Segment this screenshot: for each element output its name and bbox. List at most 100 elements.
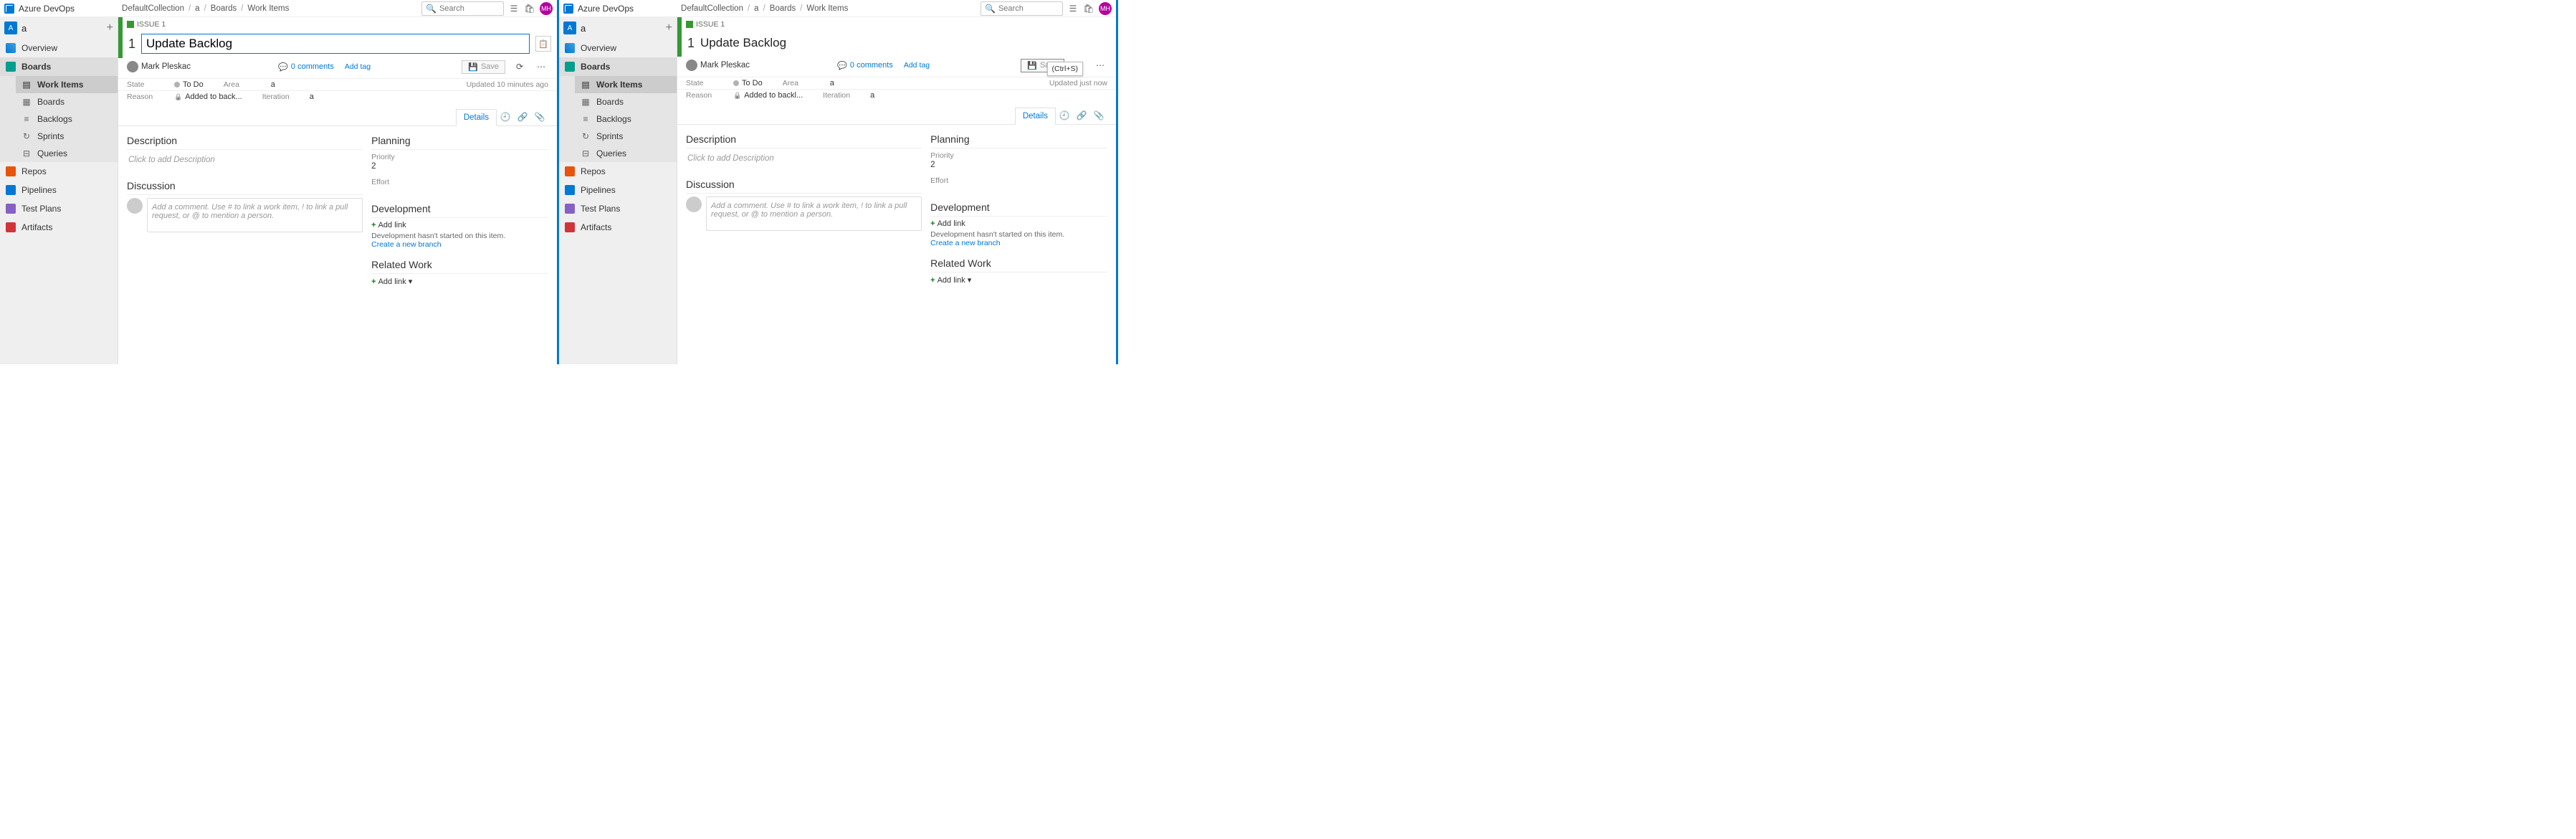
iteration-value[interactable]: a (310, 93, 314, 101)
breadcrumb-item[interactable]: a (754, 4, 758, 13)
shopping-bag-icon[interactable]: 🛍 (1083, 3, 1094, 14)
state-value[interactable]: To Do (174, 80, 204, 89)
nav-sprints[interactable]: ↻Sprints (575, 128, 677, 145)
search-field[interactable] (998, 4, 1059, 13)
attachments-icon[interactable]: 📎 (531, 108, 548, 125)
nav-testplans[interactable]: Test Plans (0, 199, 118, 218)
breadcrumb-item[interactable]: Work Items (247, 4, 289, 13)
project-selector[interactable]: A a + (0, 17, 118, 39)
nav-workitems[interactable]: ▤Work Items (16, 76, 118, 93)
nav-pipelines[interactable]: Pipelines (0, 181, 118, 199)
breadcrumb-item[interactable]: Boards (770, 4, 796, 13)
discussion-input[interactable]: Add a comment. Use # to link a work item… (147, 198, 363, 232)
reason-value[interactable]: Added to back... (174, 93, 242, 101)
comments-link[interactable]: 💬0 comments (837, 61, 893, 70)
create-branch-link[interactable]: Create a new branch (930, 239, 1107, 247)
iteration-value[interactable]: a (870, 91, 874, 100)
nav-pipelines[interactable]: Pipelines (559, 181, 677, 199)
effort-value[interactable] (371, 186, 548, 200)
nav-boards[interactable]: Boards (0, 57, 118, 76)
tab-details[interactable]: Details (1015, 108, 1056, 125)
breadcrumb-item[interactable]: DefaultCollection (681, 4, 743, 13)
priority-value[interactable]: 2 (930, 160, 1107, 174)
description-field[interactable]: Click to add Description (686, 151, 922, 166)
nav-backlogs[interactable]: ≡Backlogs (575, 110, 677, 128)
more-actions-button[interactable]: ⋯ (1093, 58, 1107, 72)
description-heading: Description (686, 131, 922, 148)
reason-label: Reason (686, 91, 713, 100)
add-tag-button[interactable]: Add tag (341, 61, 374, 72)
breadcrumb-item[interactable]: Work Items (806, 4, 848, 13)
nav-label: Pipelines (22, 185, 57, 195)
breadcrumb-item[interactable]: Boards (211, 4, 237, 13)
type-label: ISSUE 1 (137, 20, 166, 29)
nav-boards[interactable]: Boards (559, 57, 677, 76)
shopping-bag-icon[interactable]: 🛍 (524, 3, 535, 14)
attachments-icon[interactable]: 📎 (1090, 107, 1107, 124)
user-avatar[interactable]: MH (1099, 2, 1112, 15)
refresh-button[interactable]: ⟳ (512, 60, 527, 74)
tab-details[interactable]: Details (456, 109, 497, 126)
work-item-type-chip[interactable]: ISSUE 1 (123, 17, 557, 32)
breadcrumb-item[interactable]: DefaultCollection (122, 4, 184, 13)
add-tag-button[interactable]: Add tag (900, 60, 933, 71)
assignee-name: Mark Pleskac (700, 61, 750, 70)
search-input[interactable]: 🔍 (981, 1, 1063, 16)
assignee-picker[interactable]: Mark Pleskac (686, 60, 750, 71)
discussion-input[interactable]: Add a comment. Use # to link a work item… (706, 196, 922, 231)
links-icon[interactable]: 🔗 (1073, 107, 1090, 124)
add-link-button[interactable]: Add link (371, 221, 548, 229)
add-link-button[interactable]: Add link (930, 219, 1107, 228)
nav-overview[interactable]: Overview (559, 39, 677, 57)
nav-artifacts[interactable]: Artifacts (0, 218, 118, 237)
save-label: Save (481, 62, 499, 71)
nav-backlogs[interactable]: ≡Backlogs (16, 110, 118, 128)
user-avatar[interactable]: MH (540, 2, 553, 15)
history-icon[interactable]: 🕘 (497, 108, 514, 125)
search-field[interactable] (439, 4, 500, 13)
reason-value[interactable]: Added to backl... (733, 91, 803, 100)
nav-artifacts[interactable]: Artifacts (559, 218, 677, 237)
title-text[interactable]: Update Backlog (700, 34, 1110, 52)
nav-queries[interactable]: ⊟Queries (16, 145, 118, 162)
list-icon[interactable]: ☰ (1067, 3, 1079, 14)
comments-link[interactable]: 💬0 comments (278, 62, 334, 72)
nav-overview[interactable]: Overview (0, 39, 118, 57)
add-related-link-button[interactable]: Add link ▾ (371, 277, 548, 286)
nav-workitems[interactable]: ▤Work Items (575, 76, 677, 93)
effort-value[interactable] (930, 185, 1107, 199)
nav-testplans[interactable]: Test Plans (559, 199, 677, 218)
nav-repos[interactable]: Repos (0, 162, 118, 181)
search-input[interactable]: 🔍 (421, 1, 504, 16)
template-button[interactable]: 📋 (535, 36, 551, 52)
nav-sprints[interactable]: ↻Sprints (16, 128, 118, 145)
links-icon[interactable]: 🔗 (514, 108, 531, 125)
nav-queries[interactable]: ⊟Queries (575, 145, 677, 162)
top-bar: Azure DevOps DefaultCollection/ a/ Board… (0, 0, 557, 17)
priority-label: Priority (371, 153, 548, 161)
assignee-picker[interactable]: Mark Pleskac (127, 61, 191, 72)
create-branch-link[interactable]: Create a new branch (371, 240, 548, 249)
more-actions-button[interactable]: ⋯ (534, 60, 548, 74)
history-icon[interactable]: 🕘 (1056, 107, 1073, 124)
discussion-heading: Discussion (127, 177, 363, 195)
list-icon[interactable]: ☰ (508, 3, 520, 14)
state-value[interactable]: To Do (733, 79, 763, 87)
nav-boards-sub[interactable]: ▦Boards (575, 93, 677, 110)
save-button[interactable]: 💾Save (462, 60, 505, 74)
nav-boards-sub[interactable]: ▦Boards (16, 93, 118, 110)
area-value[interactable]: a (830, 79, 834, 87)
add-project-icon[interactable]: + (666, 22, 672, 34)
breadcrumb-item[interactable]: a (195, 4, 199, 13)
azure-devops-logo-icon (4, 4, 14, 14)
add-related-link-button[interactable]: Add link ▾ (930, 275, 1107, 285)
nav-repos[interactable]: Repos (559, 162, 677, 181)
project-selector[interactable]: A a + (559, 17, 677, 39)
add-project-icon[interactable]: + (107, 22, 113, 34)
description-field[interactable]: Click to add Description (127, 153, 363, 167)
title-input[interactable] (141, 34, 530, 54)
nav-label: Backlogs (596, 114, 631, 124)
priority-value[interactable]: 2 (371, 161, 548, 175)
area-value[interactable]: a (271, 80, 275, 89)
work-item-type-chip[interactable]: ISSUE 1 (682, 17, 1116, 32)
